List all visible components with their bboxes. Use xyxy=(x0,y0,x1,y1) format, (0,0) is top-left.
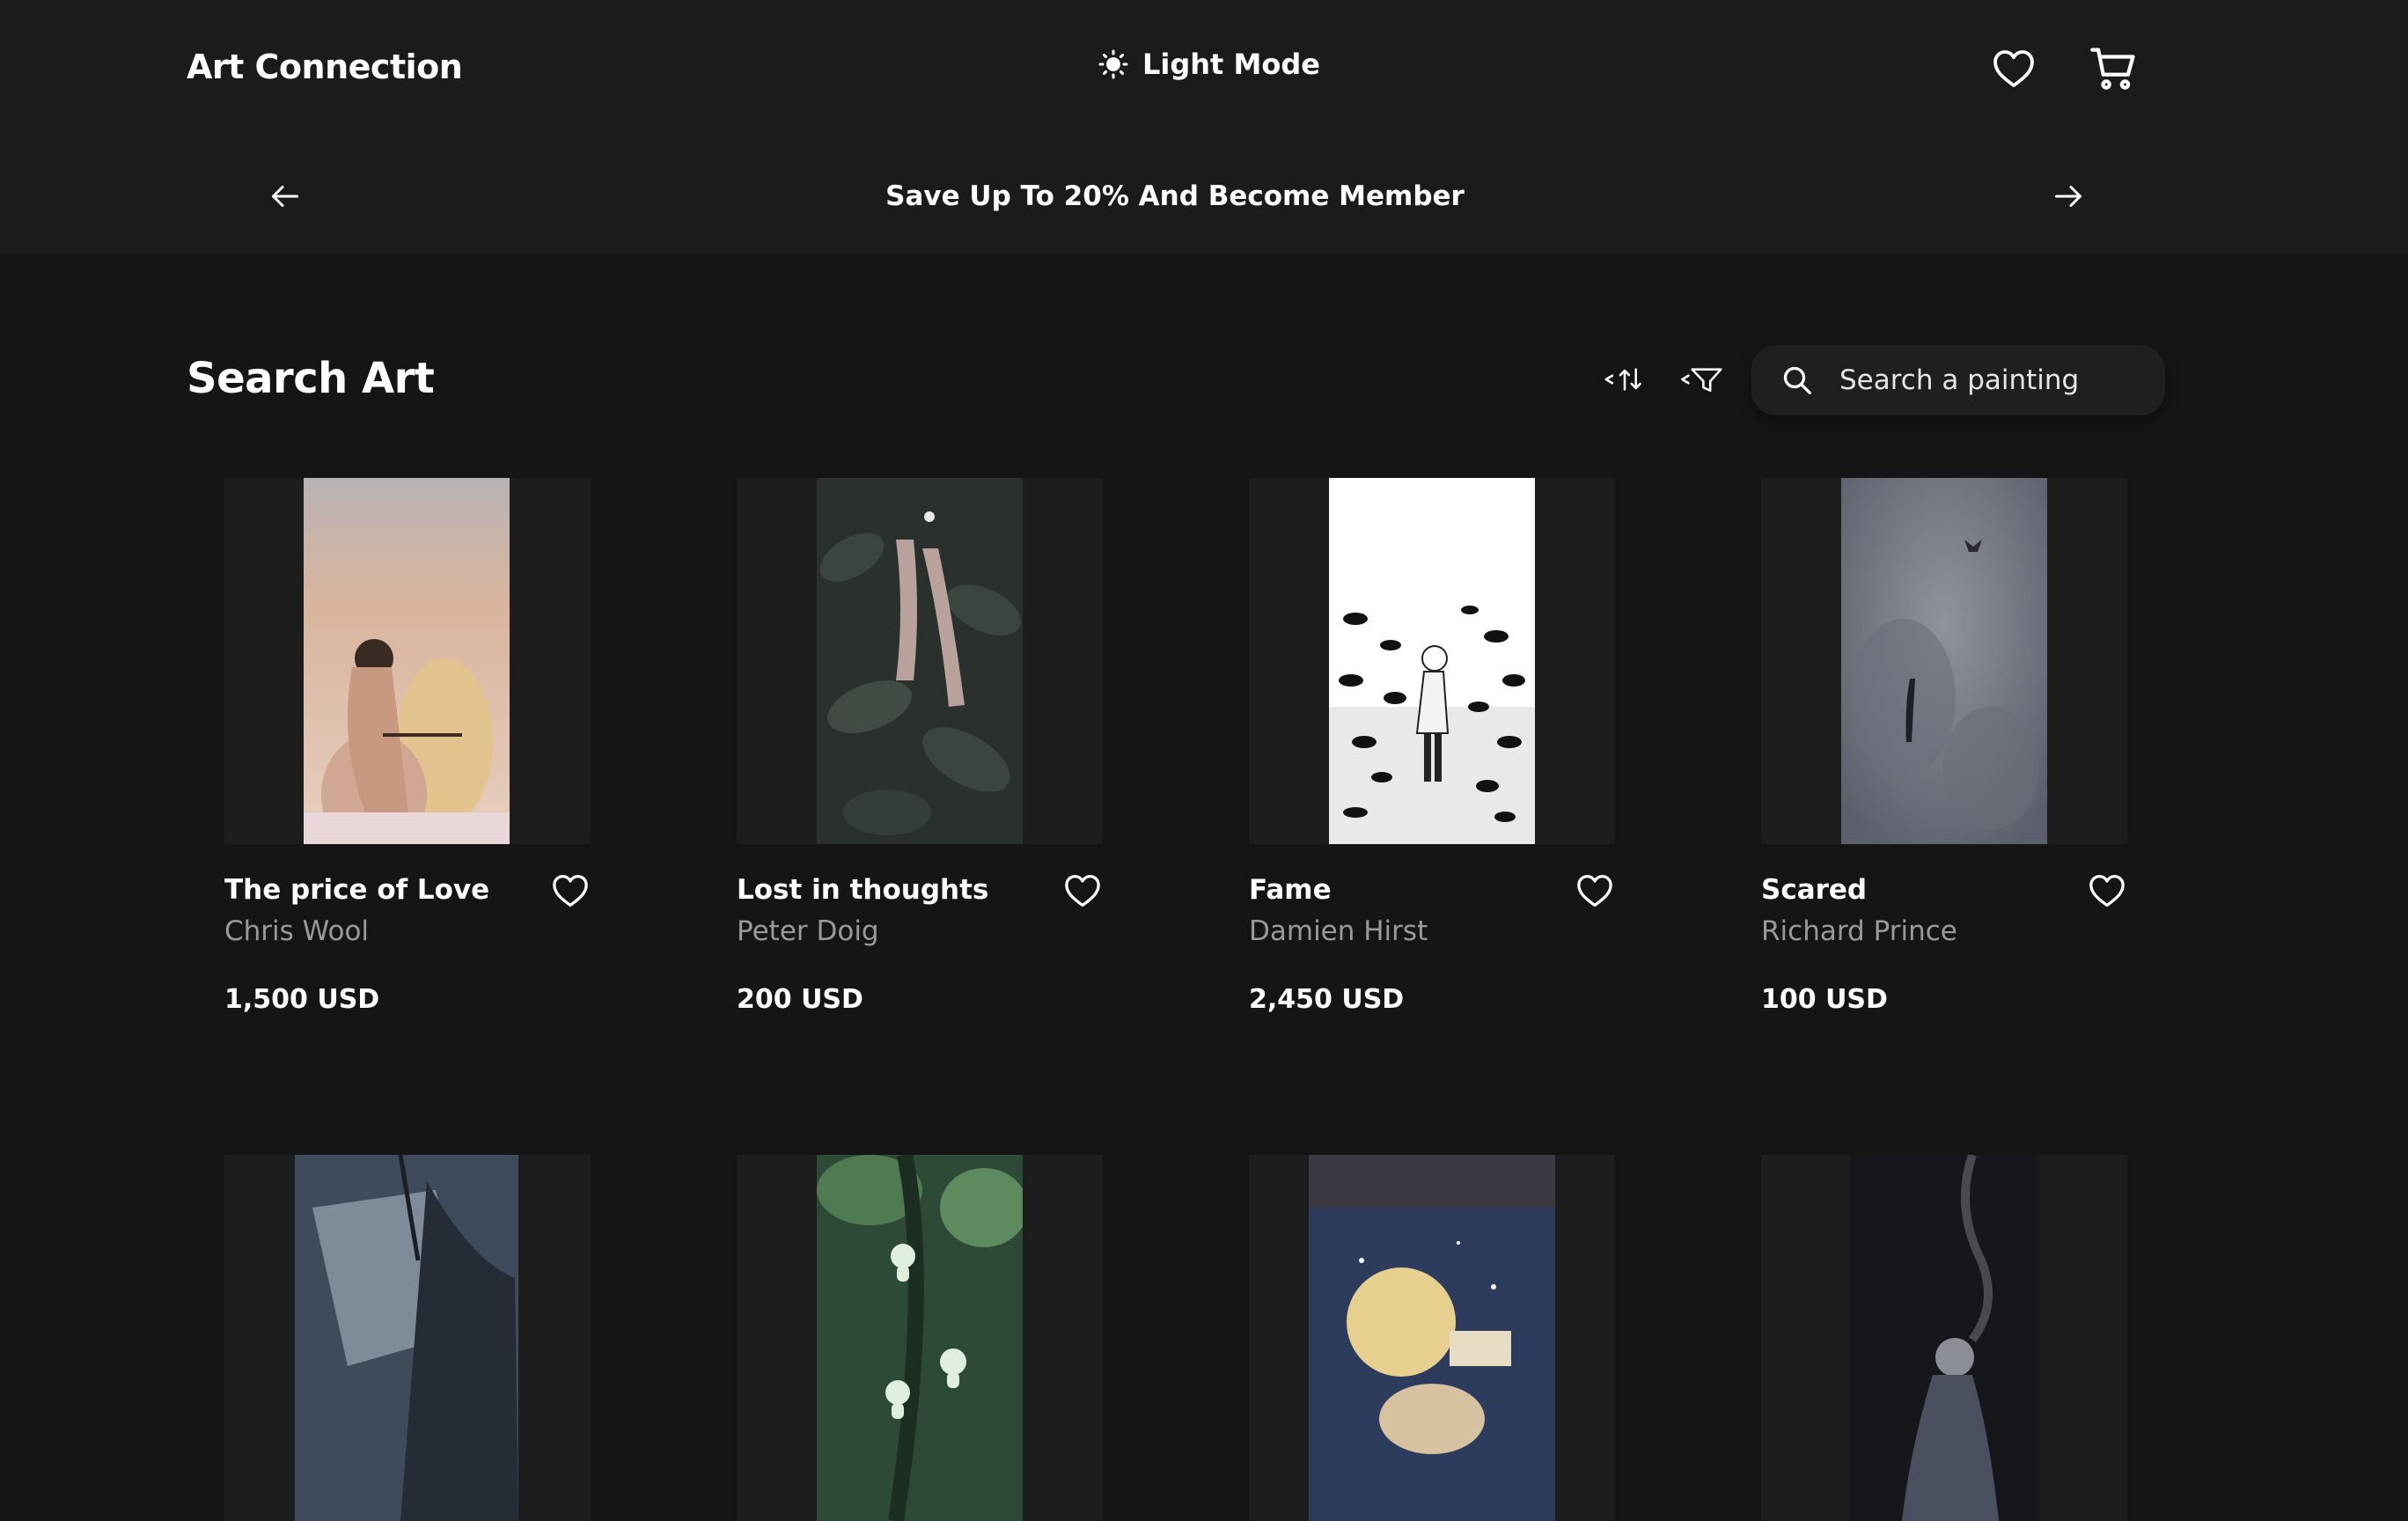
cart-button[interactable] xyxy=(2089,44,2137,97)
product-price: 200 USD xyxy=(737,984,863,1015)
favorite-button[interactable] xyxy=(1064,874,1101,911)
favorite-button[interactable] xyxy=(552,874,589,911)
sort-button[interactable] xyxy=(1604,364,1646,394)
search-input[interactable] xyxy=(1838,357,2149,403)
artwork-image xyxy=(817,1155,1023,1521)
product-image[interactable] xyxy=(1249,478,1615,844)
product-image[interactable] xyxy=(1249,1155,1615,1521)
product-image[interactable] xyxy=(737,1155,1103,1521)
search-icon xyxy=(1783,366,1811,394)
product-image[interactable] xyxy=(224,478,591,844)
heart-icon xyxy=(1577,874,1612,907)
artwork-image xyxy=(1841,478,2047,844)
artwork-image xyxy=(1329,478,1535,844)
product-artist: Damien Hirst xyxy=(1249,915,1428,947)
heart-icon xyxy=(1993,50,2034,87)
light-mode-toggle[interactable]: Light Mode xyxy=(1098,48,1320,81)
favorite-button[interactable] xyxy=(1576,874,1613,911)
product-price: 100 USD xyxy=(1761,984,1888,1015)
product-price: 2,450 USD xyxy=(1249,984,1405,1015)
product-title[interactable]: Lost in thoughts xyxy=(737,874,988,906)
product-title[interactable]: Scared xyxy=(1761,874,1867,906)
product-image[interactable] xyxy=(1761,478,2127,844)
product-price: 1,500 USD xyxy=(224,984,380,1015)
page-title: Search Art xyxy=(187,354,435,403)
promo-banner-text: Save Up To 20% And Become Member xyxy=(885,180,1465,212)
product-image[interactable] xyxy=(1761,1155,2127,1521)
sort-icon xyxy=(1604,368,1641,391)
product-artist: Richard Prince xyxy=(1761,915,1957,947)
favorite-button[interactable] xyxy=(2089,874,2125,911)
promo-next-button[interactable] xyxy=(2052,183,2084,213)
top-header: Art Connection Light Mode Save Up To 20%… xyxy=(0,0,2408,254)
cart-icon xyxy=(2090,48,2135,90)
artwork-image xyxy=(295,1155,518,1521)
heart-icon xyxy=(553,874,588,907)
product-artist: Chris Wool xyxy=(224,915,370,947)
artwork-image xyxy=(817,478,1023,844)
brand-logo[interactable]: Art Connection xyxy=(187,48,463,86)
artwork-image xyxy=(1849,1155,2039,1521)
search-bar xyxy=(1751,345,2165,415)
artwork-image xyxy=(304,478,510,844)
artwork-image xyxy=(1309,1155,1555,1521)
product-image[interactable] xyxy=(224,1155,591,1521)
arrow-right-icon xyxy=(2055,186,2081,207)
heart-icon xyxy=(2089,874,2125,907)
wishlist-button[interactable] xyxy=(1993,49,2035,92)
product-artist: Peter Doig xyxy=(737,915,879,947)
product-title[interactable]: The price of Love xyxy=(224,874,489,906)
product-title[interactable]: Fame xyxy=(1249,874,1332,906)
heart-icon xyxy=(1065,874,1100,907)
product-image[interactable] xyxy=(737,478,1103,844)
filter-button[interactable] xyxy=(1679,364,1725,394)
mode-label: Light Mode xyxy=(1142,48,1320,81)
filter-icon xyxy=(1681,368,1722,393)
sun-icon xyxy=(1098,49,1128,79)
